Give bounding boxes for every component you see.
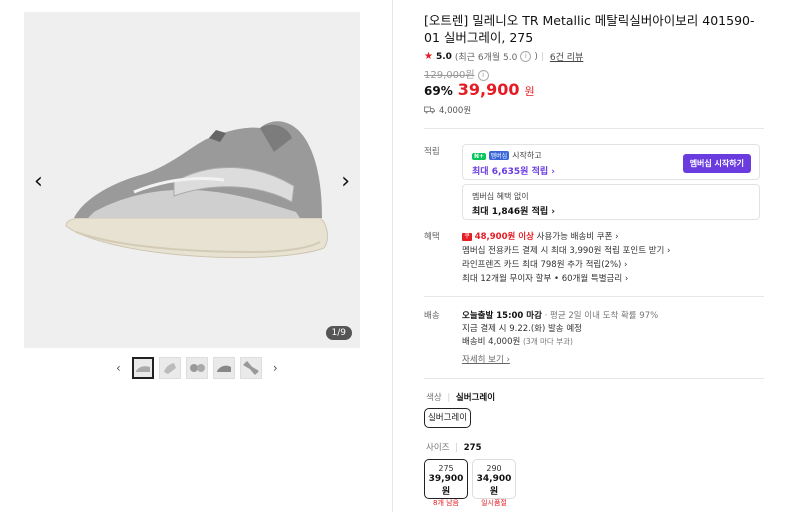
color-label: 색상 bbox=[426, 393, 442, 403]
avg-arrival: · 평균 2일 이내 도착 확률 97% bbox=[544, 311, 659, 321]
panel-divider bbox=[392, 0, 393, 512]
size-stock: 일시품절 bbox=[481, 499, 507, 507]
size-price: 39,900원 bbox=[428, 474, 464, 497]
benefit-card-points[interactable]: 멤버십 전용카드 결제 시 최대 3,990원 적립 포인트 받기 › bbox=[462, 244, 670, 256]
thumbnail-4[interactable] bbox=[212, 357, 235, 379]
size-option-290[interactable]: 290 34,900원 일시품절 bbox=[472, 459, 516, 507]
shipping-today-row: 오늘출발 15:00 마감 · 평균 2일 이내 도착 확률 97% bbox=[462, 309, 658, 321]
thumbnail-prev-icon[interactable]: ‹ bbox=[110, 361, 127, 375]
naver-plus-badge: N+ bbox=[472, 153, 487, 160]
rating-row: ★ 5.0 (최근 6개월 5.0 i ) | 6건 리뷰 bbox=[424, 50, 583, 63]
color-selected-value: 실버그레이 bbox=[455, 393, 496, 403]
order-now-note: 지금 결제 시 9.22.(화) 발송 예정 bbox=[462, 324, 582, 334]
image-counter: 1/9 bbox=[325, 326, 352, 340]
thumbnail-3[interactable] bbox=[185, 357, 208, 379]
benefits-label: 혜택 bbox=[424, 232, 440, 242]
product-title: [오트렌] 밀레니오 TR Metallic 메탈릭실버아이보리 401590-… bbox=[424, 13, 755, 45]
original-price-row: 129,000원 i bbox=[424, 66, 489, 81]
color-option-button[interactable]: 실버그레이 bbox=[424, 408, 471, 428]
product-main-image[interactable]: ‹ › 1/9 bbox=[24, 12, 360, 348]
shipping-fee-note: (3개 마다 부과) bbox=[523, 337, 573, 346]
separator: | bbox=[540, 51, 544, 62]
membership-box: N+ 멤버십 시작하고 최대 6,635원 적립 › 멤버십 시작하기 bbox=[462, 144, 760, 180]
benefit-line-friends[interactable]: 라인프렌즈 카드 최대 798원 추가 적립(2%) › bbox=[462, 258, 627, 270]
rating-score: 5.0 bbox=[435, 51, 452, 62]
accumulate-label: 적립 bbox=[424, 147, 440, 157]
gallery-prev-arrow-icon[interactable]: ‹ bbox=[34, 171, 43, 193]
non-member-max-reward[interactable]: 최대 1,846원 적립 › bbox=[472, 204, 555, 217]
size-number: 290 bbox=[486, 464, 502, 473]
coupon-amount: 48,900원 이상 bbox=[474, 232, 534, 242]
coupon-row[interactable]: 쿠 48,900원 이상 사용가능 배송비 쿠폰 › bbox=[462, 230, 619, 242]
size-label: 사이즈 bbox=[426, 443, 450, 453]
size-option-275[interactable]: 275 39,900원 8개 남음 bbox=[424, 459, 468, 507]
sneaker-image bbox=[24, 12, 360, 348]
coupon-text: 사용가능 배송비 쿠폰 › bbox=[536, 232, 619, 242]
truck-icon bbox=[424, 106, 435, 114]
price-unit: 원 bbox=[524, 85, 535, 98]
gallery-next-arrow-icon[interactable]: › bbox=[341, 171, 350, 193]
coupon-tag-icon: 쿠 bbox=[462, 232, 472, 241]
star-icon: ★ bbox=[424, 51, 433, 62]
info-icon[interactable]: i bbox=[520, 51, 532, 62]
price-row: 69% 39,900 원 bbox=[424, 80, 535, 99]
thumbnail-next-icon[interactable]: › bbox=[267, 361, 284, 375]
size-number: 275 bbox=[438, 464, 454, 473]
points-row: 4,000원 bbox=[424, 104, 471, 116]
rating-recent-close: ) bbox=[534, 51, 538, 62]
membership-max-reward[interactable]: 최대 6,635원 적립 › bbox=[472, 164, 555, 177]
shipping-fee-row: 배송비 4,000원 (3개 마다 부과) bbox=[462, 335, 573, 347]
shipping-fee-summary: 4,000원 bbox=[439, 106, 472, 116]
join-membership-button[interactable]: 멤버십 시작하기 bbox=[682, 154, 751, 173]
thumbnail-strip: ‹ › bbox=[110, 357, 284, 379]
review-link[interactable]: 6건 리뷰 bbox=[550, 50, 583, 63]
membership-text: 시작하고 bbox=[512, 151, 542, 160]
sale-price: 39,900 bbox=[457, 80, 520, 99]
size-option-header: 사이즈 | 275 bbox=[426, 441, 482, 453]
rating-recent: (최근 6개월 5.0 bbox=[454, 53, 518, 63]
color-option-header: 색상 | 실버그레이 bbox=[426, 391, 495, 403]
non-member-text: 멤버십 혜택 없이 bbox=[472, 192, 529, 201]
size-price: 34,900원 bbox=[476, 474, 512, 497]
price-info-icon[interactable]: i bbox=[477, 69, 489, 81]
non-member-box: 멤버십 혜택 없이 최대 1,846원 적립 › bbox=[462, 184, 760, 220]
shipping-label: 배송 bbox=[424, 311, 440, 321]
membership-tag: 멤버십 bbox=[488, 151, 510, 160]
separator: | bbox=[447, 393, 451, 403]
thumbnail-5[interactable] bbox=[239, 357, 262, 379]
today-shipping: 오늘출발 15:00 마감 bbox=[462, 311, 542, 321]
divider-1 bbox=[424, 128, 764, 129]
size-stock: 8개 남음 bbox=[433, 499, 459, 507]
shipping-details-link[interactable]: 자세히 보기 › bbox=[462, 353, 510, 365]
thumbnail-2[interactable] bbox=[158, 357, 181, 379]
benefit-installment[interactable]: 최대 12개월 무이자 할부 • 60개월 특별금리 › bbox=[462, 272, 628, 284]
discount-rate: 69% bbox=[424, 84, 453, 98]
separator: | bbox=[455, 443, 459, 453]
thumbnail-1[interactable] bbox=[131, 357, 154, 379]
divider-3 bbox=[424, 378, 764, 379]
size-selected-value: 275 bbox=[463, 443, 482, 453]
divider-2 bbox=[424, 296, 764, 297]
shipping-fee: 배송비 4,000원 bbox=[462, 337, 521, 347]
